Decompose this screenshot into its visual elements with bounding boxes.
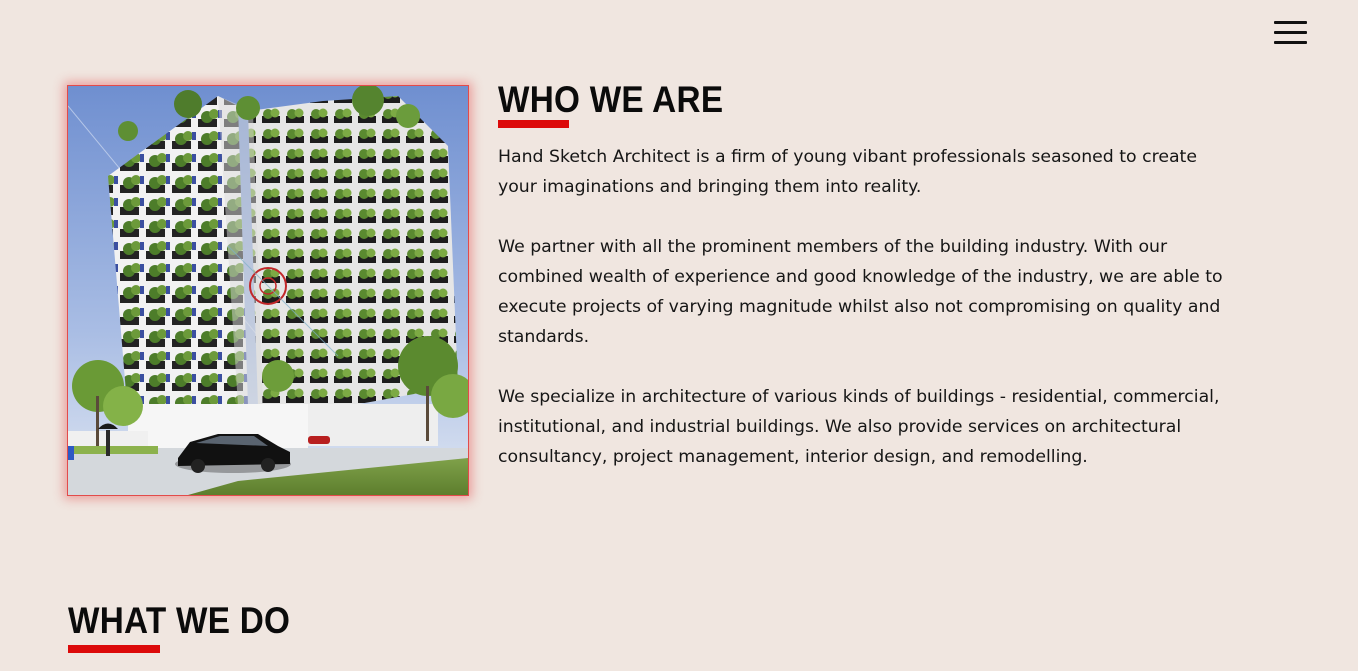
menu-bar-middle: [1274, 31, 1307, 34]
about-text: Hand Sketch Architect is a firm of young…: [498, 142, 1228, 502]
what-we-do-underline: [68, 645, 160, 653]
menu-bar-top: [1274, 21, 1307, 24]
who-we-are-heading: WHO WE ARE: [498, 79, 724, 120]
menu-bar-bottom: [1274, 41, 1307, 44]
about-paragraph-3: We specialize in architecture of various…: [498, 387, 1220, 467]
about-paragraph-2: We partner with all the prominent member…: [498, 237, 1223, 347]
building-image: [67, 85, 469, 496]
about-paragraph-1: Hand Sketch Architect is a firm of young…: [498, 147, 1197, 197]
hamburger-menu-icon[interactable]: [1274, 20, 1308, 46]
what-we-do-heading: WHAT WE DO: [68, 600, 291, 641]
who-we-are-underline: [498, 120, 569, 128]
